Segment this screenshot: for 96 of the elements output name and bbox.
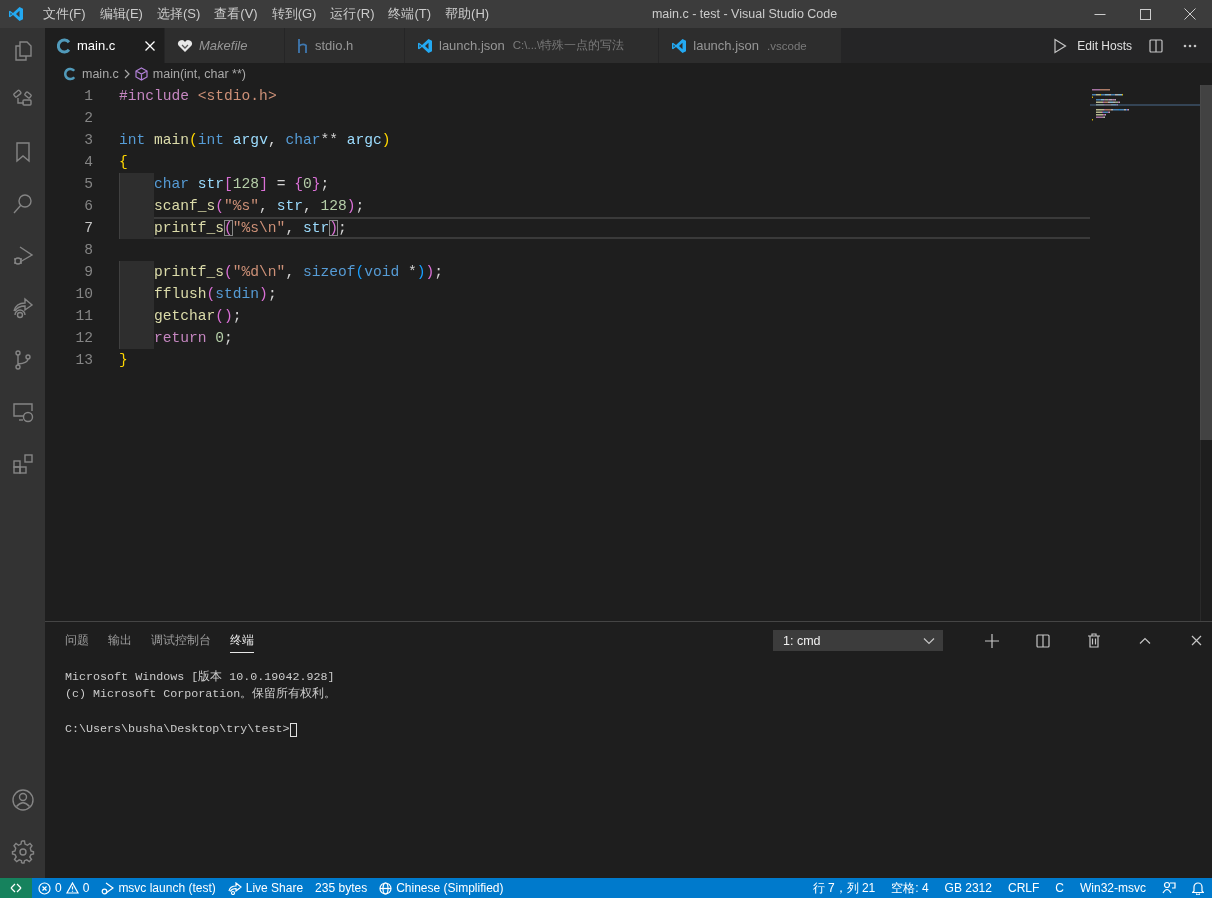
monitor-icon[interactable] bbox=[10, 400, 35, 424]
breadcrumb-item[interactable]: main(int, char **) bbox=[152, 67, 246, 81]
status-item[interactable]: CRLF bbox=[999, 878, 1048, 898]
c-file-icon bbox=[64, 67, 76, 81]
share-arrow-icon[interactable] bbox=[10, 296, 35, 320]
terminal-select[interactable]: 1: cmd bbox=[773, 630, 943, 651]
line-number: 13 bbox=[74, 351, 93, 370]
terminal-output: (c) Microsoft Corporation。保留所有权利。 bbox=[65, 686, 338, 704]
split-editor-icon[interactable] bbox=[1149, 38, 1163, 53]
more-icon[interactable] bbox=[1183, 43, 1197, 48]
panel-tab[interactable]: 输出 bbox=[108, 628, 132, 653]
scrollbar-thumb[interactable] bbox=[1200, 85, 1212, 440]
bell-icon[interactable] bbox=[1192, 881, 1204, 895]
search-icon[interactable] bbox=[10, 192, 35, 216]
line-number: 4 bbox=[83, 153, 93, 172]
code-line: fflush(stdin); bbox=[154, 285, 277, 304]
maximize-icon[interactable] bbox=[1138, 8, 1151, 20]
logo-icon bbox=[417, 37, 433, 54]
code-line: printf_s("%d\n", sizeof(void *)); bbox=[154, 263, 444, 282]
header-file-icon bbox=[297, 37, 309, 54]
code-line: int main(int argv, char** argc) bbox=[119, 131, 391, 150]
panel-tab[interactable]: 终端 bbox=[230, 628, 254, 653]
person-icon[interactable] bbox=[1162, 881, 1176, 895]
extensions-icon[interactable] bbox=[10, 452, 35, 476]
line-number: 5 bbox=[83, 175, 93, 194]
chevron-right-icon bbox=[123, 69, 130, 79]
line-number: 11 bbox=[74, 307, 93, 326]
code-line: { bbox=[119, 153, 128, 172]
breadcrumb-item[interactable]: main.c bbox=[82, 67, 119, 81]
status-item[interactable]: C bbox=[1047, 878, 1072, 898]
chevron-up-icon[interactable] bbox=[1139, 636, 1151, 645]
error-icon bbox=[38, 881, 51, 895]
menu-item[interactable]: 帮助(H) bbox=[438, 0, 497, 28]
close-icon[interactable] bbox=[1183, 8, 1196, 20]
debug-icon bbox=[101, 881, 115, 895]
menu-item[interactable]: 文件(F) bbox=[36, 0, 93, 28]
share-arrow-icon bbox=[227, 881, 242, 895]
code-line: char str[128] = {0}; bbox=[154, 175, 330, 194]
globe-icon bbox=[379, 881, 393, 895]
window-title: main.c - test - Visual Studio Code bbox=[650, 7, 839, 21]
panel-tab[interactable]: 问题 bbox=[65, 628, 89, 653]
code-line: #include <stdio.h> bbox=[119, 87, 277, 106]
chevron-down-icon bbox=[923, 636, 935, 645]
line-number: 6 bbox=[83, 197, 93, 216]
menu-item[interactable]: 选择(S) bbox=[149, 0, 208, 28]
line-number: 7 bbox=[83, 219, 93, 238]
remote-icon[interactable] bbox=[10, 882, 22, 894]
language-status[interactable]: Chinese (Simplified) bbox=[373, 878, 510, 898]
line-number: 12 bbox=[74, 329, 93, 348]
plus-icon[interactable] bbox=[985, 633, 999, 648]
line-number: 3 bbox=[83, 131, 93, 150]
terminal-output: Microsoft Windows [版本 10.0.19042.928] bbox=[65, 669, 336, 686]
c-file-icon bbox=[57, 37, 71, 54]
close-icon[interactable] bbox=[1190, 635, 1202, 646]
terminal-cursor bbox=[290, 722, 298, 737]
editor-tab[interactable]: Makefile bbox=[165, 28, 285, 63]
menu-item[interactable]: 运行(R) bbox=[323, 0, 382, 28]
trash-icon[interactable] bbox=[1087, 633, 1101, 648]
warning-icon bbox=[65, 882, 79, 894]
line-number: 9 bbox=[83, 263, 93, 282]
debug-status[interactable]: msvc launch (test) bbox=[95, 878, 222, 898]
line-number: 8 bbox=[83, 241, 93, 260]
logo-icon bbox=[671, 37, 688, 54]
status-item[interactable]: GB 2312 bbox=[936, 878, 1000, 898]
menu-item[interactable]: 终端(T) bbox=[381, 0, 439, 28]
run-icon[interactable] bbox=[1053, 37, 1068, 54]
status-item[interactable]: 235 bytes bbox=[309, 878, 374, 898]
panel-tab[interactable]: 调试控制台 bbox=[151, 628, 211, 653]
line-number: 1 bbox=[83, 87, 93, 106]
edit-hosts-button[interactable]: Edit Hosts bbox=[1073, 36, 1136, 55]
terminal-prompt: C:\Users\busha\Desktop\try\test> bbox=[65, 720, 290, 738]
menu-item[interactable]: 查看(V) bbox=[207, 0, 265, 28]
settings-icon[interactable] bbox=[10, 840, 35, 864]
logo-icon bbox=[8, 6, 24, 22]
code-line: return 0; bbox=[154, 329, 233, 348]
account-icon[interactable] bbox=[10, 788, 35, 812]
status-item[interactable]: 空格: 4 bbox=[883, 878, 937, 898]
menu-item[interactable]: 编辑(E) bbox=[92, 0, 150, 28]
editor-tab[interactable]: stdio.h bbox=[285, 28, 405, 63]
code-line: scanf_s("%s", str, 128); bbox=[154, 197, 365, 216]
live-share-status[interactable]: Live Share bbox=[221, 878, 310, 898]
line-number: 2 bbox=[83, 109, 93, 128]
line-number: 10 bbox=[74, 285, 93, 304]
code-line: getchar(); bbox=[154, 307, 242, 326]
code-line: printf_s("%s\n", str); bbox=[154, 219, 347, 238]
code-line: } bbox=[119, 351, 128, 370]
split-terminal-icon[interactable] bbox=[1036, 633, 1050, 648]
status-item[interactable]: 行 7，列 21 bbox=[804, 878, 884, 898]
menu-item[interactable]: 转到(G) bbox=[264, 0, 324, 28]
heart-icon bbox=[177, 38, 193, 53]
status-item[interactable]: Win32-msvc bbox=[1072, 878, 1154, 898]
editor-tab[interactable]: launch.json C:\...\特殊一点的写法 bbox=[405, 28, 660, 63]
editor-tab[interactable]: launch.json .vscode bbox=[659, 28, 842, 63]
editor-tab[interactable]: main.c bbox=[45, 28, 165, 63]
cube-icon bbox=[134, 67, 148, 81]
problems-status[interactable]: 0 0 bbox=[32, 878, 96, 898]
